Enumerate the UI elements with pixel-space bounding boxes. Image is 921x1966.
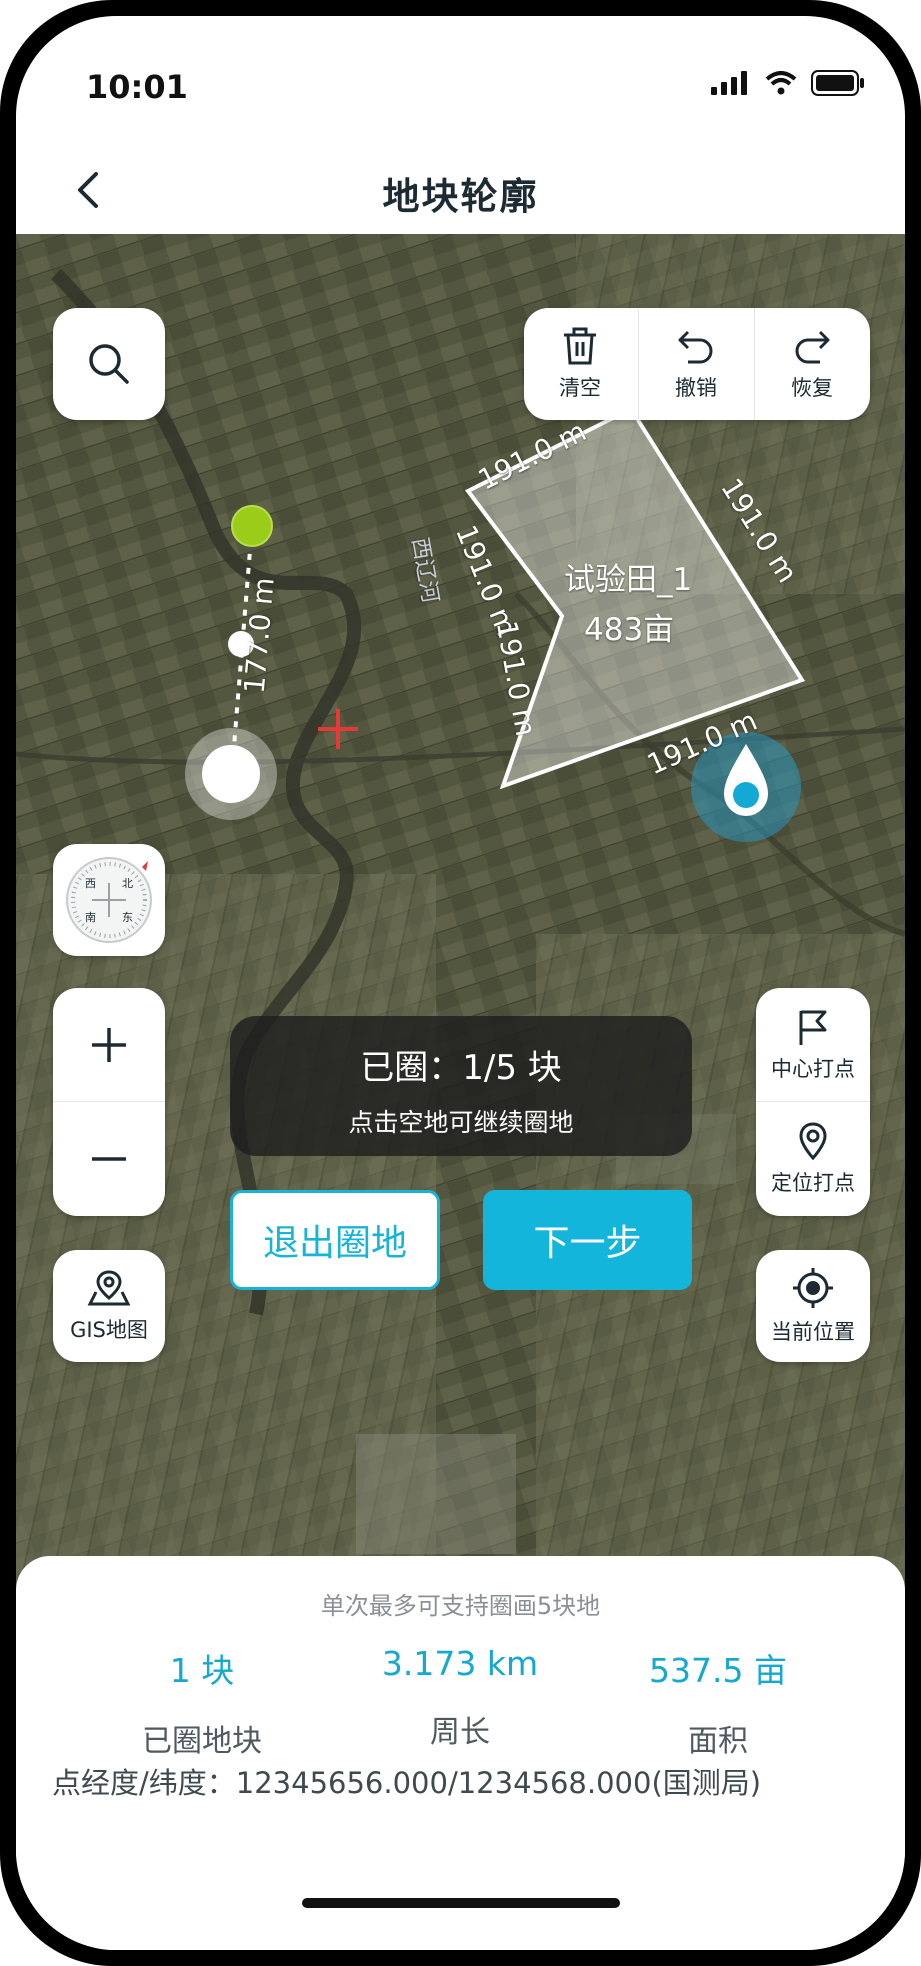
point-tools: 中心打点 定位打点 bbox=[756, 988, 870, 1216]
map-view[interactable]: 191.0 m 191.0 m 191.0 m 191.0 m 191.0 m … bbox=[16, 234, 905, 1594]
stat-plots: 1 块 已圈地块 bbox=[72, 1644, 332, 1760]
plot-count-box: 已圈：1/5 块 点击空地可继续圈地 bbox=[230, 1016, 692, 1156]
gis-map-button[interactable]: GIS地图 bbox=[53, 1250, 165, 1362]
status-time: 10:01 bbox=[86, 68, 188, 106]
edit-toolbar: 清空 撤销 恢复 bbox=[524, 308, 870, 420]
stat-perimeter: 3.173 km 周长 bbox=[330, 1644, 590, 1751]
current-position-label: 当前位置 bbox=[771, 1320, 855, 1344]
minus-icon bbox=[92, 1157, 126, 1161]
start-point bbox=[231, 505, 273, 547]
stat-plots-label: 已圈地块 bbox=[142, 1724, 262, 1759]
plot-count: 已圈：1/5 块 bbox=[360, 1048, 562, 1088]
current-position-content: 当前位置 bbox=[756, 1250, 870, 1362]
battery-icon bbox=[811, 70, 864, 96]
center-point-button[interactable]: 中心打点 bbox=[756, 988, 870, 1101]
coordinates-readout: 点经度/纬度：12345656.000/1234568.000(国测局) bbox=[52, 1766, 762, 1800]
compass-west: 西 bbox=[85, 877, 96, 890]
compass-east: 东 bbox=[122, 911, 133, 924]
current-position-button[interactable]: 当前位置 bbox=[756, 1250, 870, 1362]
zoom-in-button[interactable] bbox=[53, 988, 165, 1101]
toolbar-divider bbox=[638, 308, 639, 420]
stat-perimeter-label: 周长 bbox=[430, 1715, 490, 1750]
undo-button[interactable]: 撤销 bbox=[640, 308, 752, 420]
end-point bbox=[202, 745, 260, 803]
compass-icon: 西 北 南 东 bbox=[66, 857, 152, 943]
next-step-button[interactable]: 下一步 bbox=[483, 1190, 692, 1290]
home-indicator[interactable] bbox=[302, 1898, 620, 1908]
undo-label: 撤销 bbox=[675, 376, 717, 400]
phone-frame: 10:01 地块轮廓 191.0 m 191.0 m 191.0 m 191.0… bbox=[0, 0, 921, 1966]
plus-icon bbox=[92, 1027, 126, 1062]
stat-plots-value: 1 块 bbox=[169, 1651, 235, 1690]
crosshair-icon bbox=[793, 1268, 833, 1308]
location-pin-icon bbox=[799, 1122, 827, 1161]
stat-area-value: 537.5 亩 bbox=[649, 1651, 787, 1690]
compass-button[interactable]: 西 北 南 东 bbox=[53, 844, 165, 956]
stat-area: 537.5 亩 面积 bbox=[588, 1644, 848, 1760]
screen: 10:01 地块轮廓 191.0 m 191.0 m 191.0 m 191.0… bbox=[16, 16, 905, 1950]
exit-drawing-button[interactable]: 退出圈地 bbox=[230, 1190, 440, 1290]
trash-icon bbox=[564, 327, 596, 365]
flag-icon bbox=[799, 1010, 827, 1045]
page-title: 地块轮廓 bbox=[382, 175, 539, 218]
field-area: 483亩 bbox=[584, 612, 675, 648]
status-icons bbox=[711, 70, 865, 96]
max-plots-hint: 单次最多可支持圈画5块地 bbox=[320, 1592, 601, 1620]
search-icon bbox=[89, 344, 129, 384]
compass-south: 南 bbox=[85, 911, 96, 924]
clear-label: 清空 bbox=[559, 376, 601, 400]
locate-point-label: 定位打点 bbox=[771, 1171, 855, 1195]
stat-perimeter-value: 3.173 km bbox=[381, 1644, 539, 1683]
toolbar-divider bbox=[754, 308, 755, 420]
redo-button[interactable]: 恢复 bbox=[756, 308, 868, 420]
gis-map-content: GIS地图 bbox=[53, 1250, 165, 1362]
locate-point-button[interactable]: 定位打点 bbox=[756, 1102, 870, 1216]
search-button[interactable] bbox=[53, 308, 165, 420]
gis-map-label: GIS地图 bbox=[70, 1318, 148, 1342]
field-name: 试验田_1 bbox=[564, 562, 693, 598]
wifi-icon bbox=[765, 71, 797, 95]
undo-icon bbox=[678, 330, 713, 364]
redo-label: 恢复 bbox=[791, 376, 833, 400]
center-point-label: 中心打点 bbox=[771, 1056, 855, 1081]
redo-icon bbox=[795, 330, 830, 364]
zoom-control bbox=[53, 988, 165, 1216]
compass-north: 北 bbox=[122, 877, 133, 890]
plot-hint: 点击空地可继续圈地 bbox=[348, 1108, 574, 1137]
summary-sheet: 单次最多可支持圈画5块地 1 块 已圈地块 3.173 km 周长 537.5 … bbox=[16, 1556, 905, 1950]
stat-area-label: 面积 bbox=[688, 1724, 748, 1759]
signal-icon bbox=[711, 71, 747, 95]
map-pin-icon bbox=[87, 1270, 131, 1306]
zoom-out-button[interactable] bbox=[53, 1102, 165, 1216]
clear-button[interactable]: 清空 bbox=[524, 308, 636, 420]
